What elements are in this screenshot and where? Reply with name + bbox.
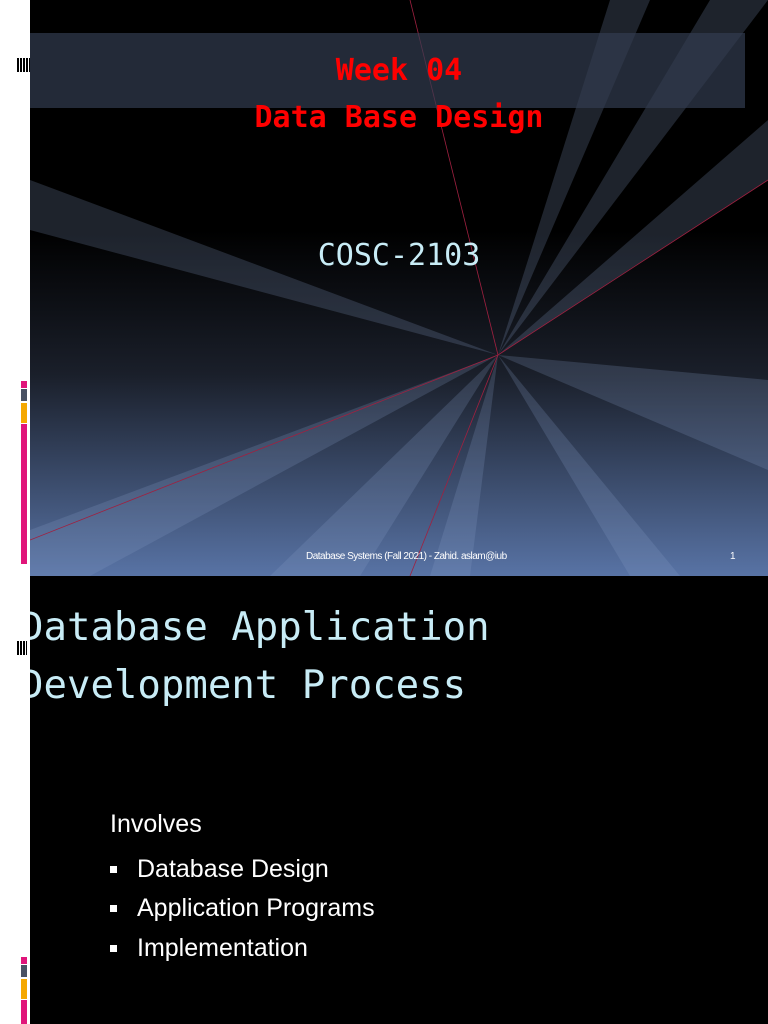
accent-bar [21,389,27,401]
slide-2: Database Application Development Process… [30,576,768,1024]
slide-title-topic: Data Base Design [254,100,544,135]
accent-bar [21,424,27,564]
accent-bar [21,979,27,999]
bullet-icon [110,944,117,952]
slide-footer: Database Systems (Fall 2021) - Zahid. as… [306,551,507,562]
accent-bar [21,965,27,977]
slide-body: Involves Database Design Application Pro… [110,810,375,968]
course-code: COSC-2103 [317,238,481,273]
list-item: Application Programs [110,889,375,929]
accent-bar [21,957,27,964]
slide-1: Week 04 Data Base Design COSC-2103 Datab… [30,0,768,576]
barcode-marker [17,641,27,655]
page-number: 1 [730,551,736,562]
list-item-label: Database Design [137,854,329,883]
intro-text: Involves [110,810,202,838]
list-item: Database Design [110,850,375,890]
accent-bar [21,381,27,388]
slide-title-week: Week 04 [335,53,463,88]
bullet-icon [110,905,117,913]
accent-bar [21,1000,27,1024]
list-item-label: Implementation [137,933,308,962]
list-item: Implementation [110,929,375,969]
bullet-icon [110,865,117,873]
list-item-label: Application Programs [137,894,375,923]
slide-heading-line2: Development Process [30,663,467,708]
slide-heading-line1: Database Application [30,605,490,650]
accent-bar [21,403,27,423]
